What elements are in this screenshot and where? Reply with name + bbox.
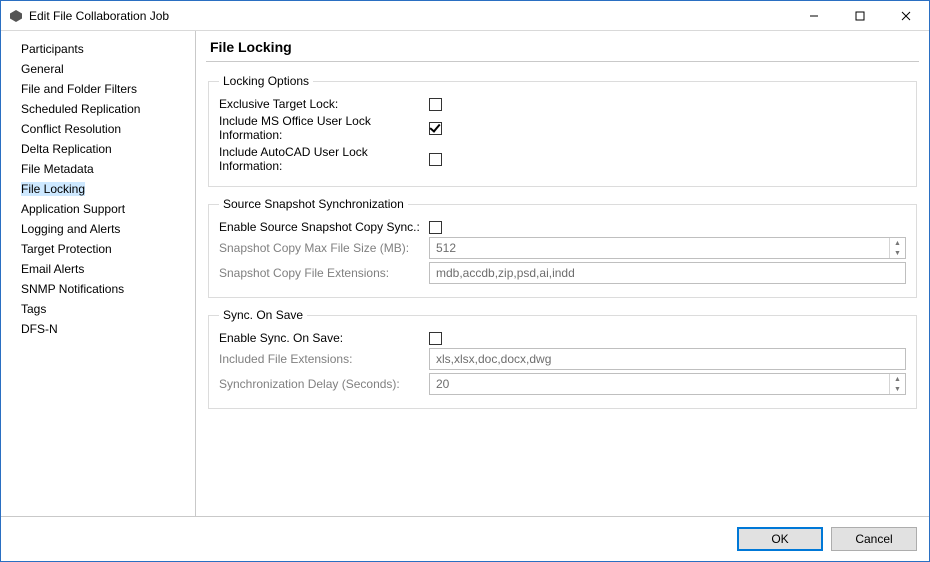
- row-syncsave-included: Included File Extensions: xls,xlsx,doc,d…: [219, 348, 906, 370]
- spinner-down-icon[interactable]: ▼: [890, 248, 905, 258]
- group-legend: Locking Options: [219, 74, 313, 88]
- row-snapshot-maxsize: Snapshot Copy Max File Size (MB): 512 ▲ …: [219, 237, 906, 259]
- spinner-value: 20: [430, 374, 889, 394]
- sidebar-item-label: Target Protection: [21, 242, 112, 256]
- row-autocad-lock: Include AutoCAD User Lock Information:: [219, 145, 906, 173]
- minimize-button[interactable]: [791, 1, 837, 30]
- checkbox-exclusive-lock[interactable]: [429, 98, 442, 111]
- sidebar-item[interactable]: Conflict Resolution: [1, 119, 195, 139]
- window-buttons: [791, 1, 929, 30]
- sidebar-item[interactable]: SNMP Notifications: [1, 279, 195, 299]
- maximize-button[interactable]: [837, 1, 883, 30]
- label-msoffice-lock: Include MS Office User Lock Information:: [219, 114, 429, 142]
- group-sync-on-save: Sync. On Save Enable Sync. On Save: Incl…: [208, 308, 917, 409]
- dialog-window: Edit File Collaboration Job Participants…: [0, 0, 930, 562]
- label-syncsave-enable: Enable Sync. On Save:: [219, 331, 429, 345]
- dialog-body: Participants General File and Folder Filte…: [1, 31, 929, 516]
- row-syncsave-delay: Synchronization Delay (Seconds): 20 ▲ ▼: [219, 373, 906, 395]
- sidebar-item[interactable]: Tags: [1, 299, 195, 319]
- checkbox-snapshot-enable[interactable]: [429, 221, 442, 234]
- sidebar: Participants General File and Folder Filte…: [1, 31, 196, 516]
- spinner-down-icon[interactable]: ▼: [890, 384, 905, 394]
- ok-button[interactable]: OK: [737, 527, 823, 551]
- checkbox-msoffice-lock[interactable]: [429, 122, 442, 135]
- row-msoffice-lock: Include MS Office User Lock Information:: [219, 114, 906, 142]
- row-syncsave-enable: Enable Sync. On Save:: [219, 331, 906, 345]
- sidebar-item-label: File Locking: [21, 182, 85, 196]
- label-snapshot-enable: Enable Source Snapshot Copy Sync.:: [219, 220, 429, 234]
- label-syncsave-included: Included File Extensions:: [219, 352, 429, 366]
- close-button[interactable]: [883, 1, 929, 30]
- sidebar-item-label: Tags: [21, 302, 46, 316]
- row-snapshot-ext: Snapshot Copy File Extensions: mdb,accdb…: [219, 262, 906, 284]
- group-source-snapshot: Source Snapshot Synchronization Enable S…: [208, 197, 917, 298]
- sidebar-item-label: SNMP Notifications: [21, 282, 124, 296]
- spinner-value: 512: [430, 238, 889, 258]
- group-legend: Source Snapshot Synchronization: [219, 197, 408, 211]
- label-syncsave-delay: Synchronization Delay (Seconds):: [219, 377, 429, 391]
- sidebar-item[interactable]: General: [1, 59, 195, 79]
- sidebar-item[interactable]: Scheduled Replication: [1, 99, 195, 119]
- sidebar-item-label: Conflict Resolution: [21, 122, 121, 136]
- sidebar-item-label: Delta Replication: [21, 142, 112, 156]
- label-snapshot-ext: Snapshot Copy File Extensions:: [219, 266, 429, 280]
- sidebar-item[interactable]: Delta Replication: [1, 139, 195, 159]
- label-autocad-lock: Include AutoCAD User Lock Information:: [219, 145, 429, 173]
- checkbox-autocad-lock[interactable]: [429, 153, 442, 166]
- spinner-up-icon[interactable]: ▲: [890, 238, 905, 248]
- sidebar-item[interactable]: DFS-N: [1, 319, 195, 339]
- sidebar-item-label: Participants: [21, 42, 84, 56]
- spinner-arrows: ▲ ▼: [889, 238, 905, 258]
- cancel-button[interactable]: Cancel: [831, 527, 917, 551]
- row-exclusive-lock: Exclusive Target Lock:: [219, 97, 906, 111]
- input-snapshot-ext[interactable]: mdb,accdb,zip,psd,ai,indd: [429, 262, 906, 284]
- spinner-syncsave-delay[interactable]: 20 ▲ ▼: [429, 373, 906, 395]
- sidebar-item-label: DFS-N: [21, 322, 58, 336]
- sidebar-item-label: Application Support: [21, 202, 125, 216]
- page-title: File Locking: [206, 37, 919, 62]
- sidebar-item[interactable]: File Metadata: [1, 159, 195, 179]
- sidebar-item-label: Logging and Alerts: [21, 222, 120, 236]
- input-syncsave-included[interactable]: xls,xlsx,doc,docx,dwg: [429, 348, 906, 370]
- sidebar-item[interactable]: Email Alerts: [1, 259, 195, 279]
- spinner-arrows: ▲ ▼: [889, 374, 905, 394]
- app-icon: [9, 9, 23, 23]
- content-area: File Locking Locking Options Exclusive T…: [196, 31, 929, 516]
- sidebar-item-label: Scheduled Replication: [21, 102, 140, 116]
- sidebar-item[interactable]: Participants: [1, 39, 195, 59]
- sidebar-item[interactable]: Logging and Alerts: [1, 219, 195, 239]
- label-snapshot-maxsize: Snapshot Copy Max File Size (MB):: [219, 241, 429, 255]
- sidebar-item-label: File and Folder Filters: [21, 82, 137, 96]
- spinner-up-icon[interactable]: ▲: [890, 374, 905, 384]
- sidebar-item-label: Email Alerts: [21, 262, 84, 276]
- sidebar-item[interactable]: Target Protection: [1, 239, 195, 259]
- sidebar-item[interactable]: Application Support: [1, 199, 195, 219]
- groups-container: Locking Options Exclusive Target Lock: I…: [206, 74, 919, 516]
- group-locking-options: Locking Options Exclusive Target Lock: I…: [208, 74, 917, 187]
- sidebar-item-label: File Metadata: [21, 162, 94, 176]
- label-exclusive-lock: Exclusive Target Lock:: [219, 97, 429, 111]
- row-snapshot-enable: Enable Source Snapshot Copy Sync.:: [219, 220, 906, 234]
- sidebar-item[interactable]: File Locking: [1, 179, 195, 199]
- dialog-footer: OK Cancel: [1, 516, 929, 561]
- titlebar: Edit File Collaboration Job: [1, 1, 929, 31]
- spinner-snapshot-maxsize[interactable]: 512 ▲ ▼: [429, 237, 906, 259]
- window-title: Edit File Collaboration Job: [29, 9, 791, 23]
- sidebar-item[interactable]: File and Folder Filters: [1, 79, 195, 99]
- group-legend: Sync. On Save: [219, 308, 307, 322]
- sidebar-item-label: General: [21, 62, 64, 76]
- checkbox-syncsave-enable[interactable]: [429, 332, 442, 345]
